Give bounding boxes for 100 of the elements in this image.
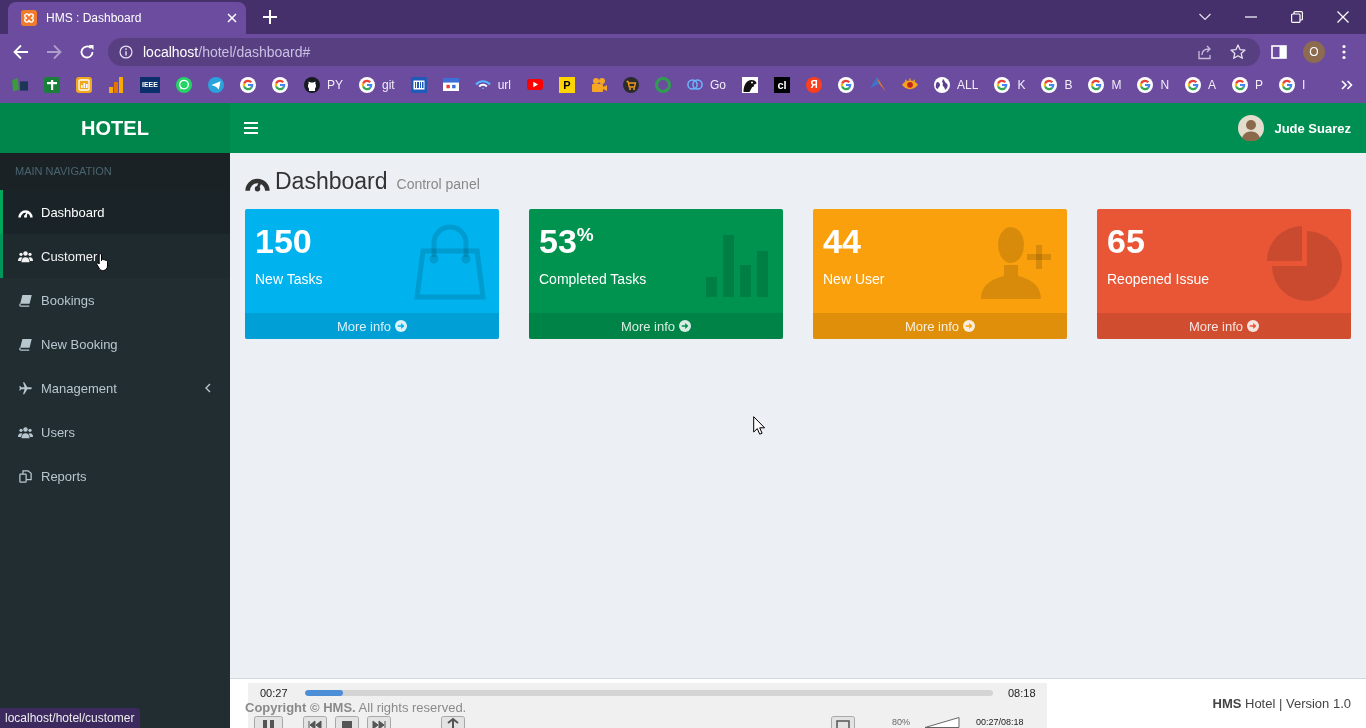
logo-tile[interactable]: Я (806, 76, 822, 93)
restore-icon[interactable] (1291, 11, 1303, 23)
bookmark-link[interactable]: PY (303, 76, 343, 93)
sidebar-item[interactable]: Reports (0, 454, 230, 498)
stat-label: Reopened Issue (1107, 271, 1210, 287)
g-logo-icon[interactable] (239, 76, 256, 93)
browser-tab[interactable]: HMS : Dashboard (8, 2, 246, 34)
linked-rings-icon (687, 79, 703, 90)
window-icon[interactable] (831, 716, 855, 728)
arrow-circle-icon (1247, 320, 1260, 332)
globe-icon (934, 76, 950, 93)
sidebar-item[interactable]: Users (0, 410, 230, 454)
chart-tile-icon[interactable] (76, 76, 92, 93)
bookmark-link[interactable]: ALL (934, 76, 979, 93)
g-logo-icon (1185, 76, 1202, 93)
bookmark-link[interactable]: P (1232, 76, 1264, 93)
skip-forward-icon[interactable] (367, 716, 391, 728)
logo-tile[interactable]: P (559, 76, 575, 93)
bar-chart-icon[interactable] (108, 76, 124, 93)
eye-icon[interactable] (902, 77, 918, 92)
bookmark-link[interactable]: A (1185, 76, 1217, 93)
sidebar-item[interactable]: Dashboard (0, 190, 230, 234)
stat-value: 150 (255, 221, 313, 261)
barcode-icon[interactable] (410, 76, 427, 93)
book-icon (18, 293, 33, 307)
arrow-circle-icon (395, 320, 408, 332)
up-arrow-icon[interactable] (441, 716, 465, 728)
g-logo-icon (1088, 76, 1105, 93)
cat-logo-icon (303, 76, 320, 93)
stat-value: 65 (1107, 221, 1146, 261)
playback-time: 00:27/08:18 (976, 716, 1024, 728)
play-icon[interactable] (527, 79, 543, 90)
page-subtitle: Control panel (396, 176, 480, 192)
avatar-icon[interactable] (1238, 115, 1265, 141)
side-panel-icon[interactable] (1271, 44, 1287, 60)
volume-ramp-icon[interactable] (924, 716, 960, 728)
users-icon (18, 249, 33, 263)
copy-icon (18, 469, 33, 483)
close-icon[interactable] (1337, 11, 1349, 23)
plus-icon[interactable] (263, 10, 277, 24)
plus-tile-icon[interactable] (44, 76, 60, 93)
info-icon[interactable] (119, 45, 133, 59)
plane-icon (18, 381, 33, 395)
app-logo[interactable]: HOTEL (0, 103, 230, 153)
reload-icon[interactable] (79, 44, 95, 60)
bookmark-link[interactable]: K (994, 76, 1026, 93)
sidebar-heading: MAIN NAVIGATION (0, 153, 230, 190)
arrow-circle-icon (963, 320, 976, 332)
menu-icon[interactable] (244, 122, 258, 134)
version-text: HMS Hotel | Version 1.0 (1212, 696, 1351, 711)
favicon-icon (21, 10, 37, 26)
film-camera-icon[interactable] (591, 76, 607, 93)
volume-percent: 80% (892, 716, 910, 728)
close-icon[interactable] (227, 13, 237, 23)
more-info-link[interactable]: More info (529, 313, 783, 339)
bookmark-link[interactable]: url (474, 77, 511, 92)
pointer-cursor-icon (753, 416, 765, 435)
stat-value: 53$^{%}$ (539, 221, 595, 261)
paper-plane-icon[interactable] (207, 76, 224, 93)
calendar-icon[interactable] (442, 77, 459, 92)
sidebar-item[interactable]: New Booking (0, 322, 230, 366)
blocks-icon[interactable] (12, 77, 28, 92)
stat-label: New Tasks (255, 271, 324, 287)
double-chevron-icon[interactable] (1341, 79, 1353, 90)
stat-label: Completed Tasks (539, 271, 648, 287)
skip-back-icon[interactable] (303, 716, 327, 728)
address-bar[interactable]: localhost/hotel/dashboard# (108, 38, 1260, 66)
sidebar-item[interactable]: Management (0, 366, 230, 410)
g-logo-icon (994, 76, 1011, 93)
wifi-icon (474, 79, 491, 90)
stop-icon[interactable] (335, 716, 359, 728)
bird-head-icon[interactable] (742, 76, 758, 93)
sidebar-item[interactable]: Customer (0, 234, 230, 278)
cart-icon[interactable] (623, 76, 639, 93)
bookmark-link[interactable]: N (1137, 76, 1170, 93)
g-logo-icon (1279, 76, 1296, 93)
star-icon[interactable] (1230, 44, 1246, 60)
g-logo-icon (1232, 76, 1249, 93)
profile-button[interactable]: O (1303, 41, 1325, 63)
arrow-circle-icon (679, 320, 692, 332)
book-icon (18, 337, 33, 351)
bookmark-link[interactable]: M (1088, 76, 1122, 93)
sidebar-item[interactable]: Bookings (0, 278, 230, 322)
pause-icon[interactable] (254, 716, 283, 728)
hand-cursor-icon (96, 252, 110, 272)
chat-bubble-icon[interactable] (175, 76, 192, 93)
bookmark-link[interactable]: git (358, 76, 395, 93)
g-logo-icon[interactable] (271, 76, 288, 93)
more-info-link[interactable]: More info (1097, 313, 1351, 339)
user-name[interactable]: Jude Suarez (1274, 120, 1351, 136)
g-logo-icon[interactable] (838, 76, 854, 93)
bookmark-link[interactable]: Go (687, 77, 726, 92)
menu-icon[interactable] (1342, 44, 1346, 60)
share-icon[interactable] (1197, 44, 1213, 60)
bookmark-link[interactable]: I (1279, 76, 1306, 93)
chevron-down-icon[interactable] (1199, 13, 1211, 21)
stat-label: New User (823, 271, 886, 287)
bookmark-link[interactable]: B (1041, 76, 1073, 93)
back-arrow-icon[interactable] (13, 44, 29, 60)
logo-tile[interactable]: cl (774, 76, 790, 93)
